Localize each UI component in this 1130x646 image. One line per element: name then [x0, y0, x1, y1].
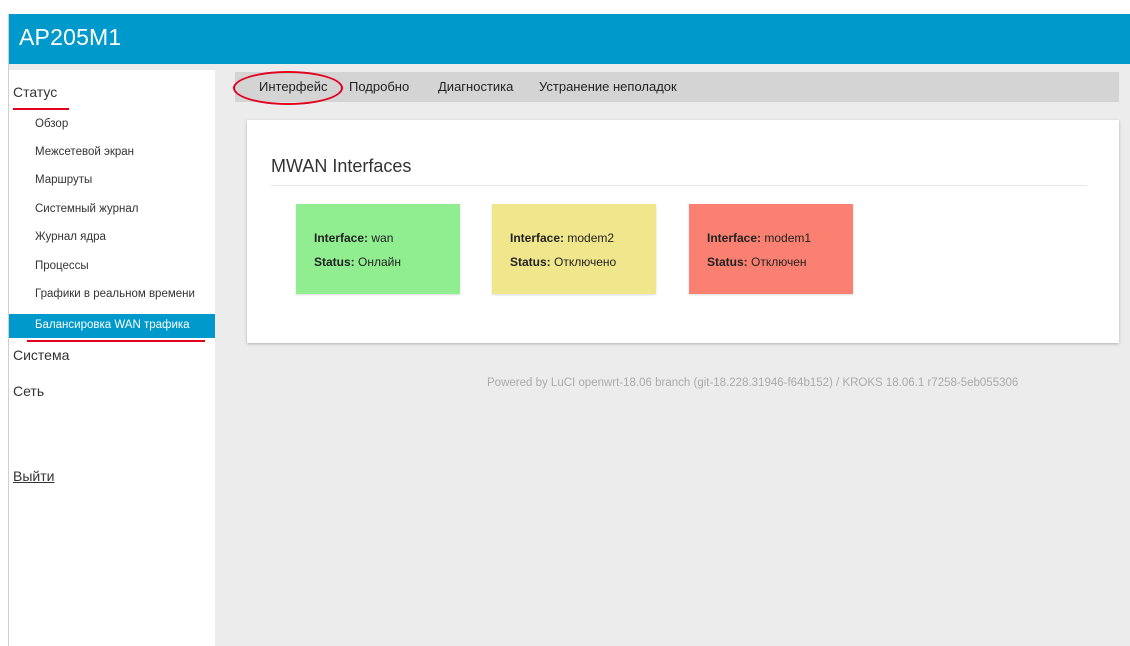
interface-card-wan: Interface: wan Status: Онлайн — [296, 204, 460, 294]
tab-details[interactable]: Подробно — [349, 79, 409, 94]
interface-status: Отключено — [554, 255, 617, 269]
sidebar: Статус Обзор Межсетевой экран Маршруты С… — [9, 70, 215, 646]
tab-highlight-circle-annotation — [233, 71, 343, 105]
interface-card-modem2: Interface: modem2 Status: Отключено — [492, 204, 656, 294]
interface-card-modem1: Interface: modem1 Status: Отключен — [689, 204, 853, 294]
status-underline-annotation — [13, 108, 69, 110]
panel-divider — [271, 185, 1087, 186]
sidebar-subitem-routes[interactable]: Маршруты — [35, 174, 92, 186]
sidebar-subitem-realtime-graphs[interactable]: Графики в реальном времени — [35, 288, 195, 300]
interface-name: modem2 — [567, 231, 615, 245]
active-item-underline-annotation — [27, 340, 205, 342]
interface-status-line: Status: Онлайн — [314, 255, 401, 269]
sidebar-subitem-overview[interactable]: Обзор — [35, 118, 68, 130]
interface-status-line: Status: Отключен — [707, 255, 807, 269]
sidebar-subitem-wan-balancing[interactable]: Балансировка WAN трафика — [9, 314, 215, 338]
top-header: AP205M1 — [9, 14, 1130, 64]
sidebar-item-status[interactable]: Статус — [13, 84, 57, 100]
interface-status: Онлайн — [358, 255, 401, 269]
brand-title[interactable]: AP205M1 — [19, 24, 121, 51]
panel-title: MWAN Interfaces — [271, 156, 412, 176]
interface-status: Отключен — [751, 255, 807, 269]
interface-name: modem1 — [764, 231, 812, 245]
interface-name-line: Interface: modem2 — [510, 231, 615, 245]
app-frame: AP205M1 Статус Обзор Межсетевой экран Ма… — [8, 14, 1130, 646]
sidebar-subitem-processes[interactable]: Процессы — [35, 260, 89, 272]
sidebar-item-network[interactable]: Сеть — [13, 383, 44, 399]
interface-name-line: Interface: wan — [314, 231, 394, 245]
sidebar-subitem-syslog[interactable]: Системный журнал — [35, 203, 138, 215]
mwan-interfaces-panel: MWAN Interfaces Interface: wan Status: О… — [247, 120, 1119, 343]
sidebar-subitem-firewall[interactable]: Межсетевой экран — [35, 146, 134, 158]
tab-bar: Интерфейс Подробно Диагностика Устранени… — [235, 72, 1119, 102]
footer-text: Powered by LuCI openwrt-18.06 branch (gi… — [487, 377, 1019, 389]
interface-name: wan — [371, 231, 394, 245]
sidebar-subitem-wan-balancing-label: Балансировка WAN трафика — [35, 319, 190, 331]
tab-diagnostics[interactable]: Диагностика — [438, 79, 513, 94]
interface-name-line: Interface: modem1 — [707, 231, 812, 245]
logout-link[interactable]: Выйти — [13, 468, 54, 484]
interface-status-line: Status: Отключено — [510, 255, 617, 269]
sidebar-item-system[interactable]: Система — [13, 347, 69, 363]
tab-troubleshooting[interactable]: Устранение неполадок — [539, 79, 677, 94]
sidebar-subitem-kernel-log[interactable]: Журнал ядра — [35, 231, 106, 243]
